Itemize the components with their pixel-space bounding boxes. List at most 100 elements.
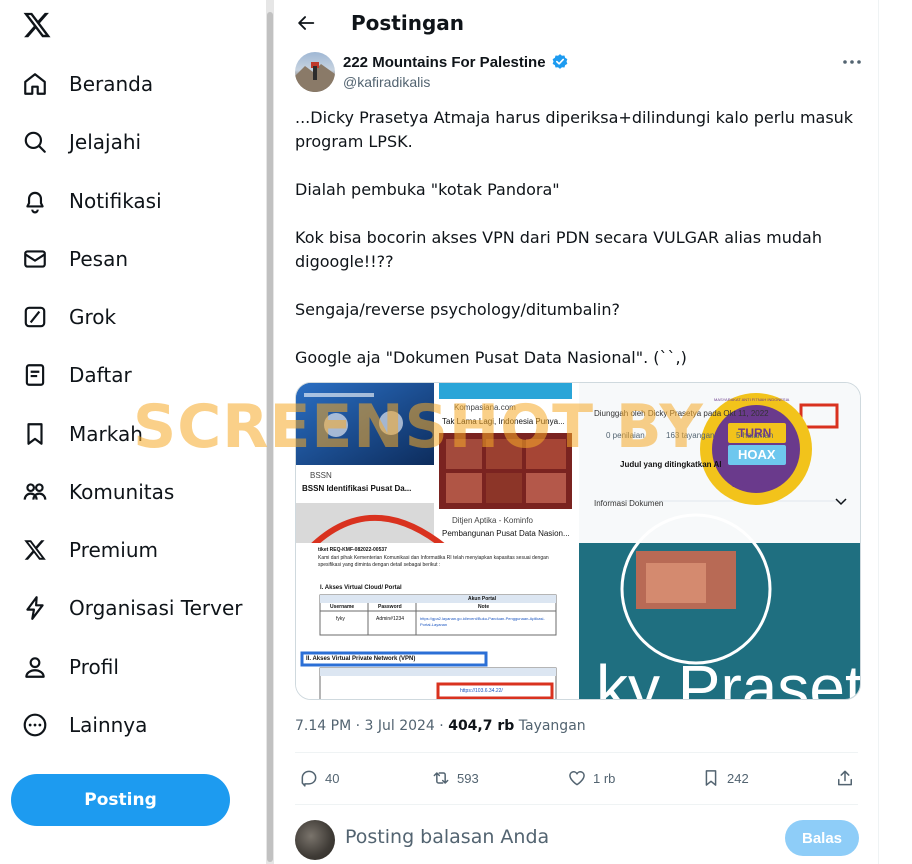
nav-label: Daftar [69,363,132,387]
repost-count: 593 [457,770,479,786]
nav-label: Markah [69,422,143,446]
post-paragraph: Kok bisa bocorin akses VPN dari PDN seca… [295,228,822,271]
post-meta: 7.14 PM · 3 Jul 2024 · 404,7 rb Tayangan [295,718,586,734]
nav-item-premium[interactable]: Premium [12,528,158,572]
doc-section-2: II. Akses Virtual Private Network (VPN) [306,656,416,662]
post-media-image[interactable]: Kompasiana.com Tak Lama Lagi, Indonesia … [295,382,861,700]
x-premium-icon [22,537,48,563]
doc-vpn-note: https://103.6.34.22/ [460,688,503,694]
like-action[interactable]: 1 rb [567,766,615,790]
author-name[interactable]: 222 Mountains For Palestine [343,54,546,71]
doc-col-username: Username [330,604,355,610]
lightning-icon [22,595,48,621]
nav-label: Jelajahi [69,130,142,154]
column-divider [878,0,879,864]
post-paragraph: ...Dicky Prasetya Atmaja harus diperiksa… [295,108,854,151]
doc-col-note: Note [478,604,490,610]
search-icon [22,129,48,155]
communities-icon [22,479,48,505]
divider [295,804,858,805]
scrollbar-thumb[interactable] [267,12,273,862]
nav-label: Organisasi Terver [69,596,243,620]
doc-row-note: https://gpa2.layanan.go.id/event/Buku-Pa… [420,616,545,627]
bookmark-action[interactable]: 242 [701,766,749,790]
doc-reference: tiket REQ-KMF-082022-00537 [318,547,387,553]
card1-title: Tak Lama Lagi, Indonesia Punya... [442,417,565,426]
view-count: 404,7 rb [448,718,515,734]
nav-label: Notifikasi [69,189,162,213]
repost-icon [433,772,449,784]
ai-title-label: Judul yang ditingkatkan AI [620,460,722,469]
nav-item-pesan[interactable]: Pesan [12,237,128,281]
bookmark-icon [22,421,48,447]
card1-source: Kompasiana.com [454,403,516,412]
x-logo-icon[interactable] [22,10,52,40]
nav-label: Premium [69,538,158,562]
like-count: 1 rb [593,770,616,786]
nav-label: Komunitas [69,480,175,504]
post-paragraph: Dialah pembuka "kotak Pandora" [295,180,560,199]
author-handle[interactable]: @kafiradikalis [343,74,430,90]
nav-item-markah[interactable]: Markah [12,412,143,456]
bookmark-count: 242 [727,770,749,786]
divider [295,752,858,753]
scrollbar[interactable] [266,0,274,864]
doc-row-password: Admin#1234 [376,616,405,622]
nav-item-profil[interactable]: Profil [12,645,119,689]
more-options-icon[interactable] [841,55,863,69]
share-action[interactable] [835,766,855,790]
nav-item-notifikasi[interactable]: Notifikasi [12,179,162,223]
author-name-row[interactable]: 222 Mountains For Palestine [343,53,569,71]
page-title: Postingan [351,11,465,35]
reply-input[interactable]: Posting balasan Anda [345,826,549,848]
reply-button[interactable]: Balas [785,820,859,856]
nav-label: Grok [69,305,117,329]
list-icon [22,362,48,388]
my-avatar[interactable] [295,820,335,860]
post-text: ...Dicky Prasetya Atmaja harus diperiksa… [295,106,855,394]
card3-source: Ditjen Aptika - Kominfo [452,516,533,525]
more-circle-icon [22,712,48,738]
nav-item-daftar[interactable]: Daftar [12,353,132,397]
header: Postingan [275,0,878,48]
heart-icon [569,771,585,786]
nav-label: Lainnya [69,713,148,737]
verified-badge-icon [552,54,567,69]
card3-title: Pembangunan Pusat Data Nasion... [442,529,570,538]
post-button[interactable]: Posting [11,774,230,826]
doc-col-password: Password [378,604,402,610]
view-count: 163 tayangan [666,431,715,440]
nav-item-jelajahi[interactable]: Jelajahi [12,120,141,164]
nav-item-komunitas[interactable]: Komunitas [12,470,174,514]
back-arrow-icon[interactable] [295,12,317,34]
post-time[interactable]: 7.14 PM [295,718,351,734]
nav-item-lainnya[interactable]: Lainnya [12,703,147,747]
home-icon [22,71,48,97]
big-name-text: ky Praset [596,652,861,700]
doc-text: Kami dari pihak Kementerian Komunikasi d… [318,555,549,568]
document-info-label: Informasi Dokumen [594,499,664,508]
nav-item-beranda[interactable]: Beranda [12,62,153,106]
hoax-badge-bottom: MAFINDO [732,479,779,490]
nav-label: Profil [69,655,119,679]
share-icon [838,770,852,786]
reply-icon [301,770,317,787]
doc-section-1: I. Akses Virtual Cloud/ Portal [320,585,402,591]
post-date[interactable]: 3 Jul 2024 [365,718,435,734]
hoax-badge-ring: MASYARAKAT ANTI FITNAH INDONESIA [714,397,790,402]
hoax-badge-main: HOAX [738,447,776,462]
repost-action[interactable]: 593 [431,766,479,790]
nav-item-grok[interactable]: Grok [12,295,116,339]
mail-icon [22,246,48,272]
nav-item-organisasi[interactable]: Organisasi Terver [12,586,243,630]
author-avatar[interactable] [295,52,335,92]
hoax-badge-top: TURN [738,426,772,440]
reply-action[interactable]: 40 [299,766,339,790]
bookmark-icon [705,770,717,786]
views-label: Tayangan [518,718,586,734]
bell-icon [22,188,48,214]
nav-label: Beranda [69,72,154,96]
card2-title: BSSN Identifikasi Pusat Da... [302,484,412,493]
grok-icon [22,304,48,330]
reply-count: 40 [325,770,340,786]
